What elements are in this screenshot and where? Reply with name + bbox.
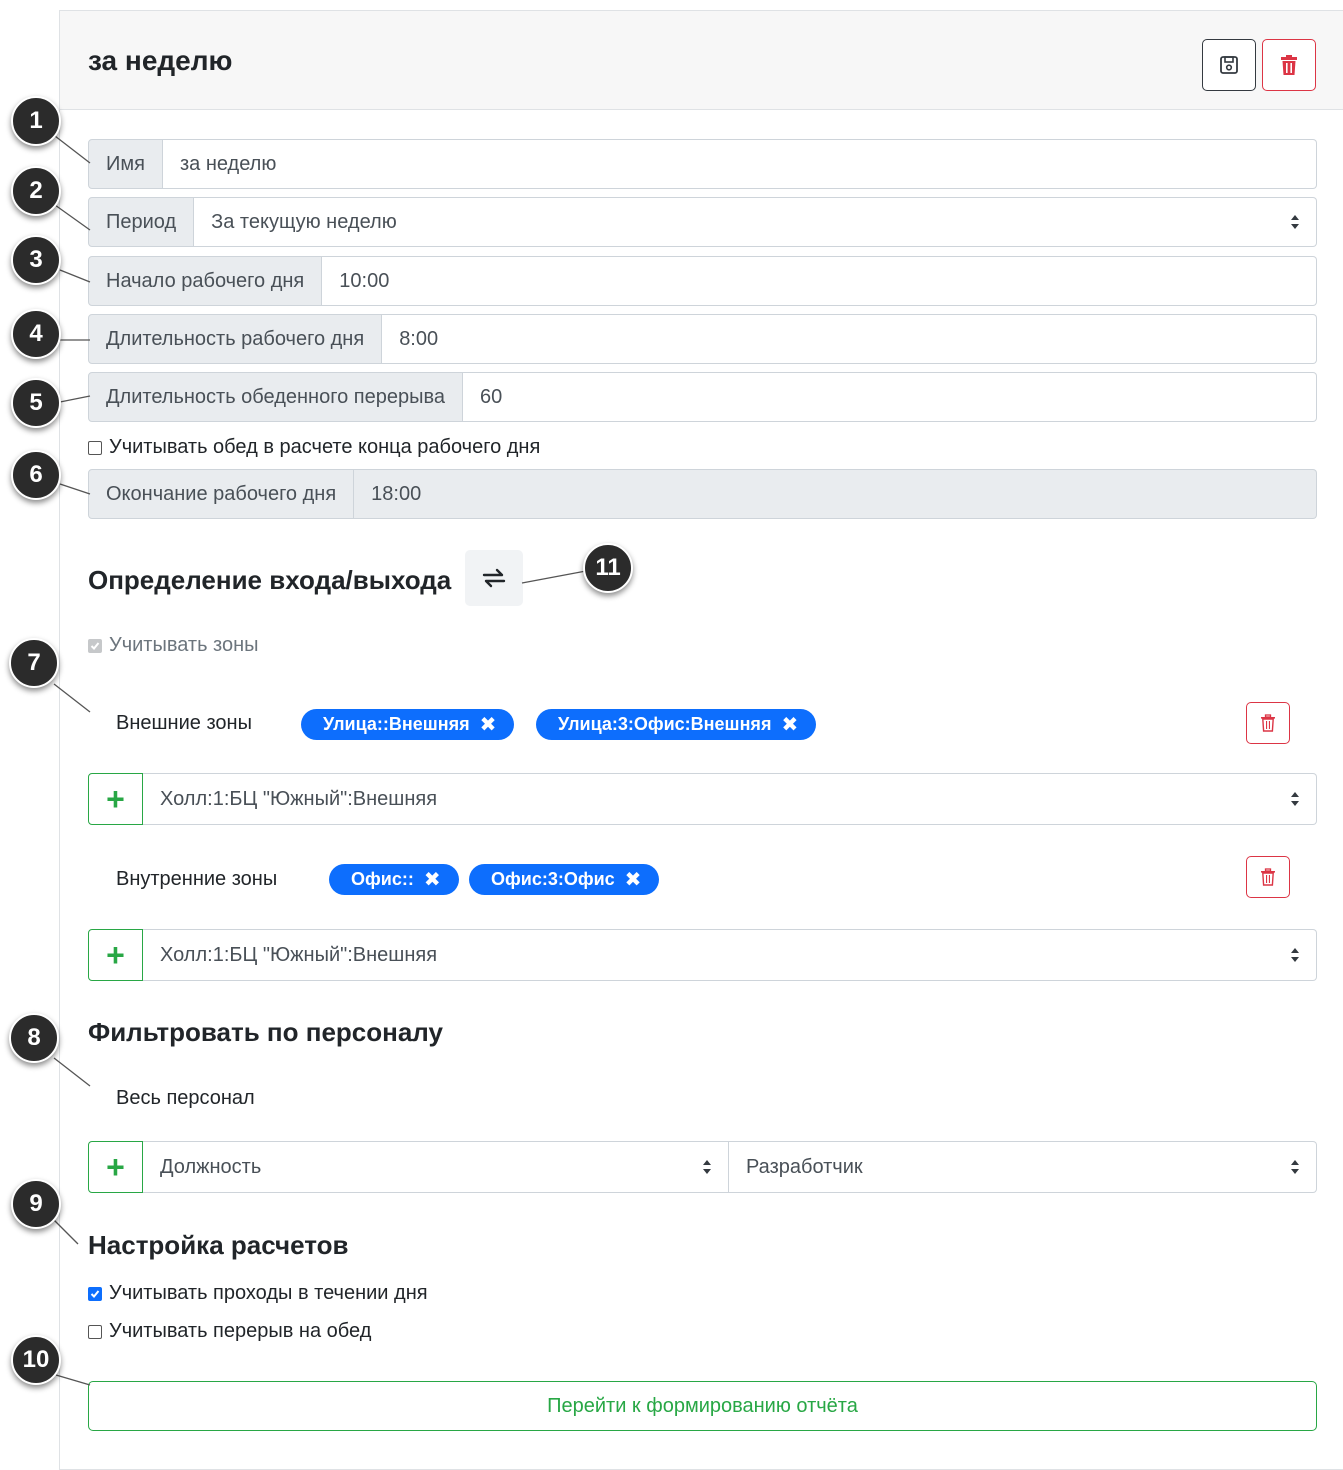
callout-badge: 9 (11, 1179, 61, 1229)
callout-badge: 3 (11, 235, 61, 285)
callout-badge: 7 (9, 638, 59, 688)
callout-badge: 2 (11, 166, 61, 216)
callout-badge: 1 (11, 96, 61, 146)
callout-badge: 11 (583, 543, 633, 593)
callout-badge: 5 (11, 378, 61, 428)
callout-leader-lines (53, 135, 587, 1386)
callout-badge: 8 (9, 1013, 59, 1063)
callout-badge: 6 (11, 450, 61, 500)
callout-badge: 10 (11, 1335, 61, 1385)
callout-badge: 4 (11, 309, 61, 359)
